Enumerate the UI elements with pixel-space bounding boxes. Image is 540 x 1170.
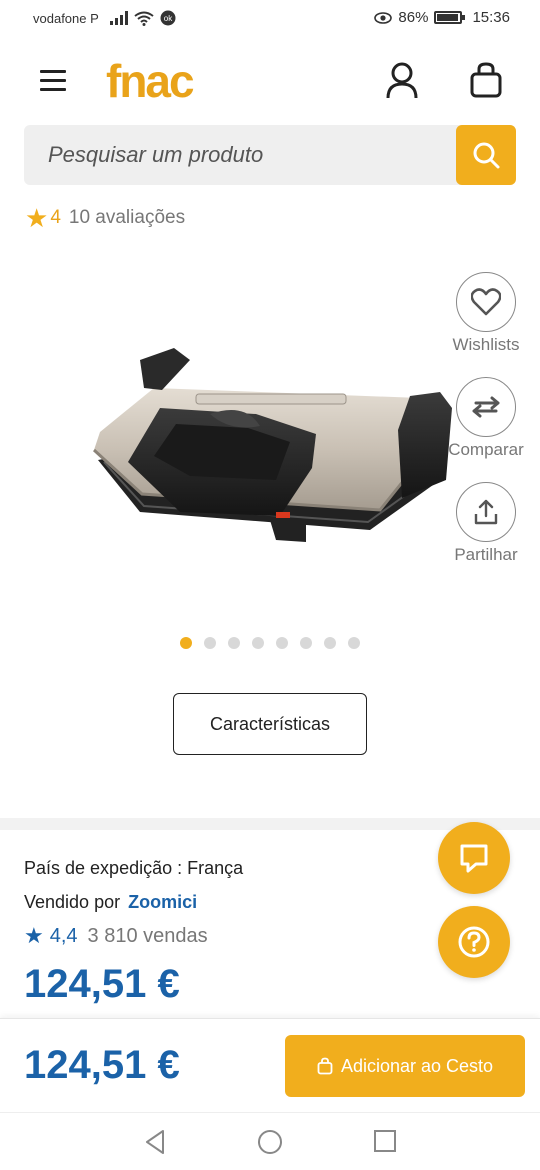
chat-button[interactable] (438, 822, 510, 894)
help-icon (458, 926, 490, 958)
gallery-dot[interactable] (324, 637, 336, 649)
clock: 15:36 (472, 9, 510, 26)
fnac-logo[interactable]: fnac (106, 54, 195, 108)
characteristics-button[interactable]: Características (173, 693, 367, 755)
gallery-dots (180, 637, 360, 649)
account-icon[interactable] (384, 60, 420, 100)
cart-bag-icon[interactable] (468, 60, 504, 100)
share-icon (474, 499, 498, 525)
purchase-bar-price: 124,51 € (24, 1043, 180, 1087)
seller-sales-count: 3 810 vendas (87, 924, 208, 947)
compare-action[interactable]: Comparar (440, 377, 532, 460)
carrier-name: vodafone P (33, 11, 99, 26)
back-icon[interactable] (143, 1129, 167, 1155)
heart-icon (471, 288, 501, 316)
purchase-bar: 124,51 € Adicionar ao Cesto (0, 1018, 540, 1112)
swap-arrows-icon (472, 396, 500, 418)
cart-bag-icon (317, 1057, 333, 1075)
seller-rating-value: 4,4 (49, 924, 78, 947)
gallery-dot[interactable] (252, 637, 264, 649)
search-bar (24, 125, 516, 185)
star-icon: ★ (24, 923, 44, 948)
wishlist-label: Wishlists (452, 335, 520, 354)
svg-text:ok: ok (164, 14, 173, 23)
gallery-dot[interactable] (348, 637, 360, 649)
seller-name-link[interactable]: Zoomici (128, 892, 197, 913)
product-image[interactable] (80, 330, 460, 550)
status-icons: ok (110, 10, 176, 26)
menu-icon[interactable] (40, 68, 68, 92)
status-right: 86% 15:36 (374, 9, 510, 26)
shipping-country: País de expedição : França (24, 858, 244, 878)
rating-value: 4 (50, 207, 61, 228)
compare-button[interactable] (456, 377, 516, 437)
share-button[interactable] (456, 482, 516, 542)
app-header: fnac (0, 50, 540, 110)
sold-by: Vendido por Zoomici (24, 892, 197, 913)
compare-label: Comparar (448, 440, 524, 459)
battery-percent: 86% (398, 9, 429, 26)
battery-icon (434, 11, 466, 24)
recent-apps-icon[interactable] (373, 1129, 397, 1153)
sold-by-label: Vendido por (24, 892, 121, 912)
help-button[interactable] (438, 906, 510, 978)
product-price: 124,51 € (24, 962, 180, 1006)
seller-rating: ★ 4,4 3 810 vendas (24, 923, 208, 949)
gallery-dot[interactable] (228, 637, 240, 649)
chat-icon (460, 844, 488, 873)
gallery-dot[interactable] (276, 637, 288, 649)
add-to-cart-label: Adicionar ao Cesto (340, 1055, 494, 1076)
gallery-dot[interactable] (204, 637, 216, 649)
wifi-icon (134, 11, 154, 26)
share-action[interactable]: Partilhar (440, 482, 532, 565)
product-rating[interactable]: ★ 4 10 avaliações (25, 205, 185, 231)
wishlist-action[interactable]: Wishlists (440, 272, 532, 355)
data-saver-icon: ok (160, 10, 176, 26)
gallery-dot[interactable] (180, 637, 192, 649)
wishlist-button[interactable] (456, 272, 516, 332)
system-nav-bar (0, 1112, 540, 1170)
home-icon[interactable] (257, 1129, 283, 1155)
signal-icon (110, 11, 128, 25)
status-bar: vodafone P ok 86% 15:36 (0, 0, 540, 38)
eye-comfort-icon (374, 11, 393, 24)
share-label: Partilhar (454, 545, 518, 564)
search-input[interactable] (24, 125, 456, 185)
search-button[interactable] (456, 125, 516, 185)
add-to-cart-button[interactable]: Adicionar ao Cesto (285, 1035, 525, 1097)
gallery-dot[interactable] (300, 637, 312, 649)
rating-count: 10 avaliações (68, 207, 186, 228)
search-icon (473, 142, 500, 169)
star-icon: ★ (25, 203, 49, 233)
